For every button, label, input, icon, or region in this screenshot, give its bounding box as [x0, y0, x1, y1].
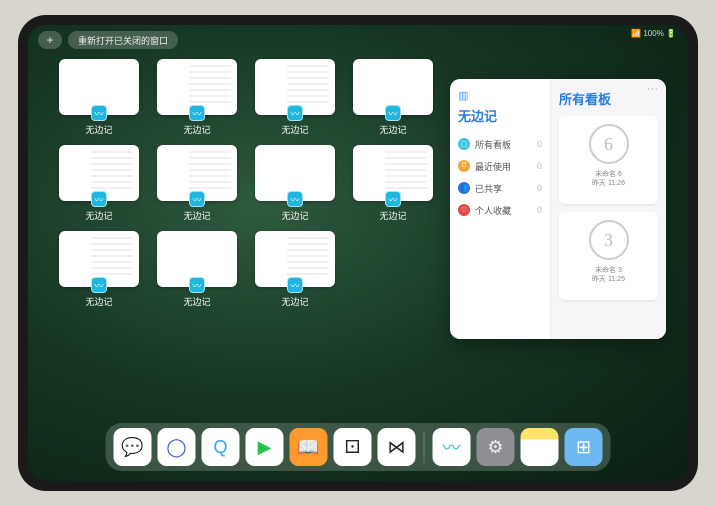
window-label: 无边记 [85, 209, 112, 222]
freeform-icon: 〰 [385, 191, 401, 207]
freeform-icon: 〰 [189, 105, 205, 121]
sidebar-item-label: 最近使用 [475, 160, 511, 173]
new-window-button[interactable]: + [38, 31, 62, 49]
sidebar-item-count: 0 [537, 183, 542, 193]
popover-more-button[interactable]: ··· [647, 83, 658, 95]
play-icon[interactable]: ▶ [246, 428, 284, 466]
sidebar-item[interactable]: ♡ 个人收藏 0 [458, 199, 542, 221]
window-preview: 〰 [353, 145, 433, 201]
window-preview: 〰 [157, 231, 237, 287]
freeform-icon: 〰 [189, 191, 205, 207]
freeform-icon: 〰 [287, 105, 303, 121]
board-meta: 未命名 6昨天 11:26 [592, 170, 625, 188]
window-thumb[interactable]: 〰 无边记 [252, 145, 338, 223]
freeform-icon[interactable]: 〰 [433, 428, 471, 466]
sidebar-item[interactable]: 👥 已共享 0 [458, 177, 542, 199]
freeform-icon: 〰 [189, 277, 205, 293]
window-label: 无边记 [379, 123, 406, 136]
window-expose-grid: 〰 无边记 〰 无边记 〰 无边记 〰 无边记 〰 无边记 〰 无边记 〰 无边… [56, 59, 436, 309]
screen: + 重新打开已关闭的窗口 📶 100% 🔋 〰 无边记 〰 无边记 〰 无边记 … [28, 25, 688, 481]
board-thumbnail: 6 [589, 124, 629, 164]
window-preview: 〰 [255, 145, 335, 201]
dock: 💬◯Q▶📖⚀⋈ 〰⚙ ⊞ [106, 423, 611, 471]
window-label: 无边记 [85, 123, 112, 136]
wechat-icon[interactable]: 💬 [114, 428, 152, 466]
window-thumb[interactable]: 〰 无边记 [154, 145, 240, 223]
window-thumb[interactable]: 〰 无边记 [56, 145, 142, 223]
board-card[interactable]: 6 未命名 6昨天 11:26 [559, 116, 658, 204]
window-thumb[interactable]: 〰 无边记 [56, 231, 142, 309]
freeform-icon: 〰 [91, 191, 107, 207]
sidebar-item-count: 0 [537, 161, 542, 171]
window-thumb[interactable]: 〰 无边记 [350, 145, 436, 223]
board-meta: 未命名 3昨天 11:25 [592, 266, 625, 284]
window-label: 无边记 [183, 295, 210, 308]
board-card[interactable]: 3 未命名 3昨天 11:25 [559, 212, 658, 300]
sidebar-item[interactable]: ⏱ 最近使用 0 [458, 155, 542, 177]
sidebar-icon: ▥ [458, 89, 542, 102]
sidebar-item-icon: ♡ [458, 204, 470, 216]
books-icon[interactable]: 📖 [290, 428, 328, 466]
sidebar-item-icon: ▢ [458, 138, 470, 150]
window-preview: 〰 [157, 145, 237, 201]
window-label: 无边记 [379, 209, 406, 222]
sidebar-item-label: 个人收藏 [475, 204, 511, 217]
window-thumb[interactable]: 〰 无边记 [56, 59, 142, 137]
window-thumb[interactable]: 〰 无边记 [154, 231, 240, 309]
browser1-icon[interactable]: ◯ [158, 428, 196, 466]
window-preview: 〰 [255, 59, 335, 115]
sidebar-item-icon: 👥 [458, 182, 470, 194]
sidebar-item-icon: ⏱ [458, 160, 470, 172]
window-preview: 〰 [353, 59, 433, 115]
notes-icon[interactable] [521, 428, 559, 466]
window-preview: 〰 [157, 59, 237, 115]
sidebar-item-count: 0 [537, 205, 542, 215]
window-label: 无边记 [183, 209, 210, 222]
window-label: 无边记 [85, 295, 112, 308]
topbar: + 重新打开已关闭的窗口 [38, 31, 178, 49]
ipad-frame: + 重新打开已关闭的窗口 📶 100% 🔋 〰 无边记 〰 无边记 〰 无边记 … [18, 15, 698, 491]
window-label: 无边记 [281, 295, 308, 308]
popover-main: 所有看板 6 未命名 6昨天 11:26 3 未命名 3昨天 11:25 [550, 79, 666, 339]
window-thumb[interactable]: 〰 无边记 [252, 231, 338, 309]
sidebar-item[interactable]: ▢ 所有看板 0 [458, 133, 542, 155]
freeform-icon: 〰 [287, 191, 303, 207]
window-label: 无边记 [281, 123, 308, 136]
quark-icon[interactable]: Q [202, 428, 240, 466]
connect-icon[interactable]: ⋈ [378, 428, 416, 466]
window-preview: 〰 [255, 231, 335, 287]
sidebar-item-label: 已共享 [475, 182, 502, 195]
window-preview: 〰 [59, 231, 139, 287]
window-preview: 〰 [59, 145, 139, 201]
dock-divider [424, 431, 425, 463]
popover-title: 无边记 [458, 106, 542, 125]
window-label: 无边记 [281, 209, 308, 222]
freeform-icon: 〰 [385, 105, 401, 121]
sidebar-item-label: 所有看板 [475, 138, 511, 151]
window-thumb[interactable]: 〰 无边记 [154, 59, 240, 137]
window-label: 无边记 [183, 123, 210, 136]
settings-icon[interactable]: ⚙ [477, 428, 515, 466]
popover-right-title: 所有看板 [559, 89, 658, 108]
dice-icon[interactable]: ⚀ [334, 428, 372, 466]
board-thumbnail: 3 [589, 220, 629, 260]
freeform-icon: 〰 [91, 277, 107, 293]
window-thumb[interactable]: 〰 无边记 [252, 59, 338, 137]
sidebar-item-count: 0 [537, 139, 542, 149]
status-bar: 📶 100% 🔋 [631, 29, 676, 38]
reopen-closed-window-button[interactable]: 重新打开已关闭的窗口 [68, 31, 178, 49]
popover-sidebar: ▥ 无边记 ▢ 所有看板 0 ⏱ 最近使用 0 👥 已共享 0 ♡ 个人收藏 0 [450, 79, 550, 339]
freeform-popover: ··· ▥ 无边记 ▢ 所有看板 0 ⏱ 最近使用 0 👥 已共享 0 ♡ 个人… [450, 79, 666, 339]
apps-icon[interactable]: ⊞ [565, 428, 603, 466]
freeform-icon: 〰 [91, 105, 107, 121]
window-preview: 〰 [59, 59, 139, 115]
freeform-icon: 〰 [287, 277, 303, 293]
window-thumb[interactable]: 〰 无边记 [350, 59, 436, 137]
